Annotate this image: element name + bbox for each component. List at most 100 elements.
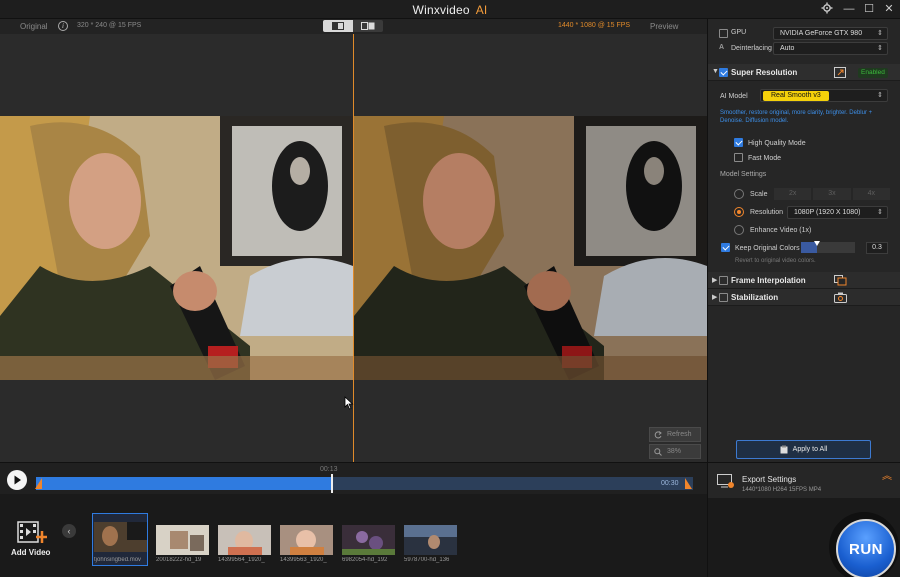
deinterlacing-value: Auto	[780, 45, 795, 52]
stabilization-header[interactable]: ▶ Stabilization	[708, 289, 900, 306]
maximize-button[interactable]: ☐	[860, 2, 878, 16]
gpu-value: NVIDIA GeForce GTX 980	[780, 30, 863, 37]
scale-options: 2x 3x 4x	[774, 188, 890, 200]
expand-icon[interactable]	[834, 67, 846, 78]
deinterlacing-select[interactable]: Auto ⇕	[773, 42, 888, 55]
add-video-icon[interactable]	[17, 519, 47, 547]
camera-icon	[834, 292, 847, 303]
zoom-value: 38%	[667, 448, 682, 455]
apply-to-all-button[interactable]: Apply to All	[736, 440, 871, 459]
zoom-button[interactable]: 38%	[649, 444, 701, 459]
ai-model-select[interactable]: Real Smooth v3 ⇕	[760, 89, 888, 102]
chevron-down-icon: ▼	[712, 68, 719, 75]
ai-model-label: AI Model	[720, 93, 748, 100]
scale-option-4x[interactable]: 4x	[852, 188, 890, 200]
gear-icon[interactable]	[818, 2, 836, 16]
split-view-icon	[332, 22, 344, 30]
add-video-label[interactable]: Add Video	[11, 548, 50, 557]
video-preview[interactable]: Refresh 38%	[0, 34, 707, 462]
zoom-icon	[654, 447, 662, 456]
super-resolution-header[interactable]: ▼ Super Resolution Enabled	[708, 64, 900, 81]
original-frame	[0, 116, 353, 380]
thumbnail-caption-6: 5978700-hd_136	[404, 557, 450, 563]
chevron-double-up-icon[interactable]: ︽	[882, 472, 892, 482]
app-title-badge: AI	[475, 3, 488, 17]
high-quality-checkbox[interactable]	[734, 138, 743, 147]
fast-mode-label: Fast Mode	[748, 155, 782, 162]
model-settings-label: Model Settings	[720, 171, 767, 178]
thumbnail-caption-1: tjohnsingbed.mov	[94, 557, 142, 563]
gpu-select[interactable]: NVIDIA GeForce GTX 980 ⇕	[773, 27, 888, 40]
enabled-badge: Enabled	[858, 68, 888, 78]
thumbnail-1[interactable]	[94, 522, 147, 552]
chevron-updown-icon: ⇕	[877, 209, 883, 216]
frame-interpolation-header[interactable]: ▶ Frame Interpolation	[708, 272, 900, 289]
chevron-updown-icon: ⇕	[877, 30, 883, 37]
refresh-label: Refresh	[667, 431, 692, 438]
run-button[interactable]: RUN	[836, 519, 896, 577]
frame-interpolation-title: Frame Interpolation	[731, 276, 806, 285]
play-icon	[14, 475, 21, 485]
playhead[interactable]	[330, 474, 333, 493]
refresh-icon	[654, 430, 662, 438]
timeline-progress	[36, 477, 332, 490]
thumbnail-caption-4: 14399563_1920_	[280, 557, 327, 563]
export-monitor-icon	[717, 474, 734, 488]
scale-radio[interactable]	[734, 189, 744, 199]
original-label: Original	[20, 22, 48, 31]
frames-icon	[834, 275, 847, 286]
resolution-select[interactable]: 1080P (1920 X 1080) ⇕	[787, 206, 888, 219]
keep-colors-checkbox[interactable]	[721, 243, 730, 252]
thumbnail-5[interactable]	[342, 525, 395, 555]
deinterlace-icon: A	[719, 44, 725, 51]
deinterlacing-label: Deinterlacing	[731, 45, 772, 52]
frame-interpolation-checkbox[interactable]	[719, 276, 728, 285]
enhanced-video-image	[354, 116, 707, 380]
refresh-button[interactable]: Refresh	[649, 427, 701, 442]
scale-label: Scale	[750, 191, 768, 198]
scroll-left-button[interactable]: ‹	[62, 524, 76, 538]
chevron-updown-icon: ⇕	[877, 92, 883, 99]
info-icon[interactable]: i	[58, 21, 68, 31]
side-by-side-icon	[361, 22, 375, 30]
enhance-radio[interactable]	[734, 225, 744, 235]
fast-mode-checkbox[interactable]	[734, 153, 743, 162]
keep-colors-thumb[interactable]	[814, 241, 821, 246]
super-resolution-checkbox[interactable]	[719, 68, 728, 77]
current-time: 00:13	[320, 466, 338, 473]
resolution-label: Resolution	[750, 209, 784, 216]
resolution-radio[interactable]	[734, 207, 744, 217]
keep-colors-slider[interactable]	[801, 241, 855, 253]
scale-option-2x[interactable]: 2x	[774, 188, 812, 200]
gpu-checkbox[interactable]	[719, 29, 728, 38]
enhanced-frame	[354, 116, 707, 380]
original-video-image	[0, 116, 353, 380]
thumbnail-2[interactable]	[156, 525, 209, 555]
thumbnail-4[interactable]	[280, 525, 333, 555]
keep-colors-label: Keep Original Colors	[735, 245, 800, 252]
thumbnail-caption-3: 14399564_1920_	[218, 557, 265, 563]
scale-option-3x[interactable]: 3x	[813, 188, 851, 200]
preview-label: Preview	[650, 22, 679, 31]
export-details: 1440*1080 H264 15FPS MP4	[742, 487, 822, 493]
clipboard-icon	[780, 445, 788, 454]
original-meta: 320 * 240 @ 15 FPS	[77, 22, 142, 29]
thumbnail-6[interactable]	[404, 525, 457, 555]
stabilization-checkbox[interactable]	[719, 293, 728, 302]
minimize-button[interactable]: —	[840, 2, 858, 16]
split-view-button[interactable]	[323, 20, 353, 32]
preview-meta: 1440 * 1080 @ 15 FPS	[558, 22, 631, 29]
app-title: Winxvideo AI	[0, 3, 900, 17]
export-settings[interactable]: Export Settings 1440*1080 H264 15FPS MP4…	[707, 462, 900, 498]
play-button[interactable]	[7, 470, 27, 490]
compare-mode-toggle[interactable]	[323, 20, 383, 32]
side-by-side-button[interactable]	[353, 20, 383, 32]
chevron-updown-icon: ⇕	[877, 45, 883, 52]
enhance-label: Enhance Video (1x)	[750, 227, 812, 234]
ai-model-value: Real Smooth v3	[763, 91, 829, 101]
close-button[interactable]: ✕	[880, 2, 898, 16]
cursor-icon	[344, 396, 354, 412]
stabilization-title: Stabilization	[731, 293, 779, 302]
thumbnail-3[interactable]	[218, 525, 271, 555]
keep-colors-value[interactable]: 0.3	[866, 242, 888, 254]
